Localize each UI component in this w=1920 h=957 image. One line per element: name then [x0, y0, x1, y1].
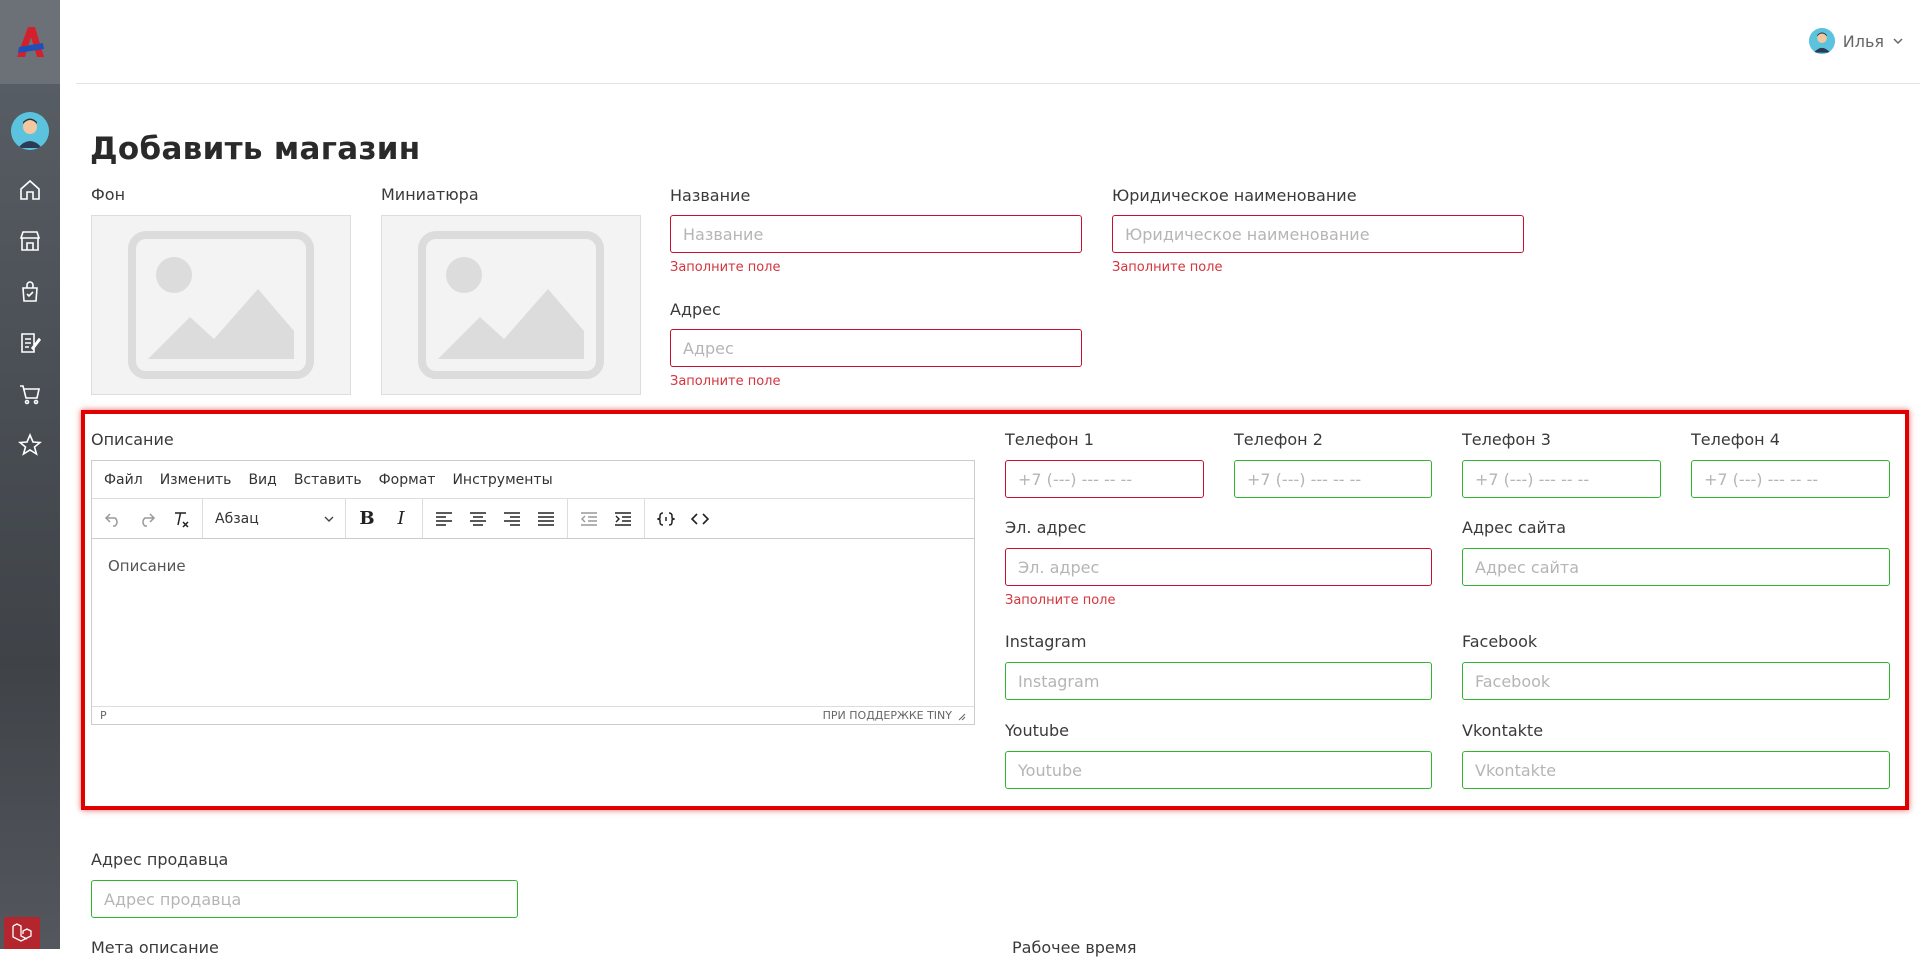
- user-name: Илья: [1842, 31, 1884, 51]
- code-sample-icon[interactable]: [649, 503, 683, 535]
- background-label: Фон: [91, 185, 126, 204]
- editor-toolbar: Абзац B I: [92, 499, 974, 539]
- shopping-bag-icon[interactable]: [17, 279, 43, 305]
- rich-text-editor: Файл Изменить Вид Вставить Формат Инстру…: [91, 460, 975, 725]
- youtube-input[interactable]: [1005, 751, 1432, 789]
- store-icon[interactable]: [17, 228, 43, 254]
- youtube-label: Youtube: [1005, 721, 1069, 740]
- phone1-input[interactable]: [1005, 460, 1204, 498]
- name-error: Заполните поле: [670, 260, 781, 275]
- block-format-value: Абзац: [215, 510, 259, 527]
- app-logo[interactable]: [12, 24, 48, 60]
- block-format-select[interactable]: Абзац: [207, 503, 341, 535]
- editor-menubar: Файл Изменить Вид Вставить Формат Инстру…: [92, 461, 974, 499]
- laravel-icon[interactable]: [4, 917, 40, 949]
- clear-format-icon[interactable]: [164, 503, 198, 535]
- website-label: Адрес сайта: [1462, 518, 1567, 537]
- editor-statusbar: P ПРИ ПОДДЕРЖКЕ TINY: [92, 706, 974, 724]
- align-center-icon[interactable]: [461, 503, 495, 535]
- alignment-group: [423, 499, 568, 538]
- meta-description-label: Мета описание: [91, 938, 219, 957]
- italic-icon[interactable]: I: [384, 503, 418, 535]
- home-icon[interactable]: [17, 177, 43, 203]
- cart-icon[interactable]: [17, 381, 43, 407]
- resize-handle-icon: [958, 713, 966, 720]
- menu-insert[interactable]: Вставить: [294, 472, 362, 488]
- outdent-icon[interactable]: [572, 503, 606, 535]
- align-justify-icon[interactable]: [529, 503, 563, 535]
- legal-name-input[interactable]: [1112, 215, 1524, 253]
- menu-view[interactable]: Вид: [248, 472, 276, 488]
- page-title: Добавить магазин: [90, 131, 421, 167]
- menu-edit[interactable]: Изменить: [160, 472, 232, 488]
- facebook-label: Facebook: [1462, 632, 1538, 651]
- text-style-group: B I: [346, 499, 423, 538]
- email-input[interactable]: [1005, 548, 1432, 586]
- block-format-group: Абзац: [203, 499, 346, 538]
- logo-area[interactable]: [0, 0, 60, 84]
- star-icon[interactable]: [17, 432, 43, 458]
- editor-branding[interactable]: ПРИ ПОДДЕРЖКЕ TINY: [823, 709, 952, 722]
- menu-format[interactable]: Формат: [379, 472, 436, 488]
- source-code-icon[interactable]: [683, 503, 717, 535]
- phone4-input[interactable]: [1691, 460, 1890, 498]
- name-input[interactable]: [670, 215, 1082, 253]
- sidebar: [0, 0, 60, 949]
- name-label: Название: [670, 186, 751, 205]
- chevron-down-icon: [324, 516, 334, 522]
- phone3-label: Телефон 3: [1462, 430, 1551, 449]
- sidebar-avatar[interactable]: [11, 112, 49, 150]
- phone2-label: Телефон 2: [1234, 430, 1323, 449]
- work-time-label: Рабочее время: [1012, 938, 1137, 957]
- undo-icon[interactable]: [96, 503, 130, 535]
- email-label: Эл. адрес: [1005, 518, 1087, 537]
- element-path[interactable]: P: [100, 709, 107, 722]
- top-bar: Илья: [76, 0, 1920, 84]
- history-group: [92, 499, 203, 538]
- menu-tools[interactable]: Инструменты: [452, 472, 552, 488]
- bold-icon[interactable]: B: [350, 503, 384, 535]
- image-placeholder-icon: [128, 231, 314, 379]
- indent-icon[interactable]: [606, 503, 640, 535]
- align-right-icon[interactable]: [495, 503, 529, 535]
- phone2-input[interactable]: [1234, 460, 1432, 498]
- menu-file[interactable]: Файл: [104, 472, 143, 488]
- phone4-label: Телефон 4: [1691, 430, 1780, 449]
- user-avatar: [1808, 28, 1835, 54]
- thumbnail-label: Миниатюра: [381, 185, 479, 204]
- instagram-input[interactable]: [1005, 662, 1432, 700]
- seller-address-label: Адрес продавца: [91, 850, 229, 869]
- email-error: Заполните поле: [1005, 593, 1116, 608]
- edit-document-icon[interactable]: [17, 330, 43, 356]
- vkontakte-input[interactable]: [1462, 751, 1890, 789]
- code-group: [645, 499, 721, 538]
- user-menu[interactable]: Илья: [1808, 28, 1904, 54]
- facebook-input[interactable]: [1462, 662, 1890, 700]
- address-label: Адрес: [670, 300, 721, 319]
- address-error: Заполните поле: [670, 374, 781, 389]
- thumbnail-image-picker[interactable]: [381, 215, 641, 395]
- description-label: Описание: [91, 430, 174, 449]
- instagram-label: Instagram: [1005, 632, 1087, 651]
- legal-name-label: Юридическое наименование: [1112, 186, 1357, 205]
- legal-name-error: Заполните поле: [1112, 260, 1223, 275]
- vkontakte-label: Vkontakte: [1462, 721, 1544, 740]
- seller-address-input[interactable]: [91, 880, 518, 918]
- address-input[interactable]: [670, 329, 1082, 367]
- phone3-input[interactable]: [1462, 460, 1661, 498]
- image-placeholder-icon: [418, 231, 604, 379]
- background-image-picker[interactable]: [91, 215, 351, 395]
- align-left-icon[interactable]: [427, 503, 461, 535]
- redo-icon[interactable]: [130, 503, 164, 535]
- editor-content-area[interactable]: Описание: [92, 539, 974, 707]
- indent-group: [568, 499, 645, 538]
- phone1-label: Телефон 1: [1005, 430, 1094, 449]
- chevron-down-icon: [1892, 32, 1904, 51]
- website-input[interactable]: [1462, 548, 1890, 586]
